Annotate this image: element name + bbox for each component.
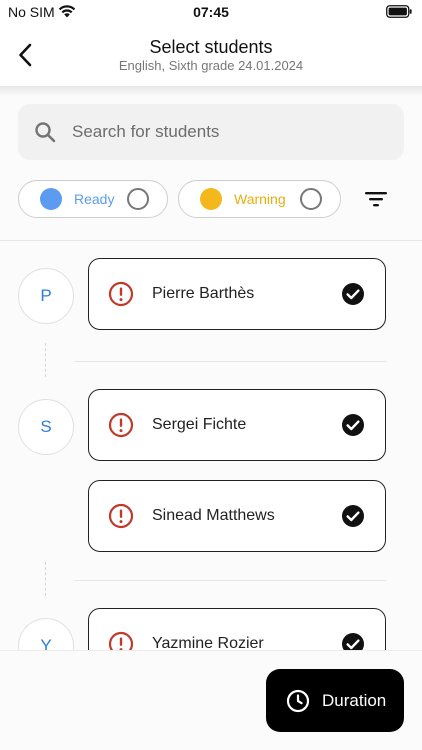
filter-lines-icon	[365, 192, 387, 207]
group-connector	[45, 343, 46, 377]
search-icon	[35, 122, 56, 143]
battery-icon	[386, 5, 412, 18]
ready-toggle[interactable]	[127, 188, 149, 210]
search-box[interactable]	[18, 104, 404, 160]
student-name: Pierre Barthès	[152, 285, 255, 302]
check-circle-icon[interactable]	[341, 504, 365, 528]
student-card[interactable]: Sinead Matthews	[88, 480, 386, 552]
student-name: Sergei Fichte	[152, 416, 247, 433]
header-shadow	[0, 86, 422, 96]
status-time: 07:45	[193, 4, 229, 20]
section-divider	[0, 240, 422, 241]
duration-button[interactable]: Duration	[266, 669, 404, 732]
warning-icon	[108, 281, 134, 307]
student-card[interactable]: Pierre Barthès	[88, 258, 386, 330]
student-name: Sinead Matthews	[152, 507, 275, 524]
check-circle-icon[interactable]	[341, 413, 365, 437]
check-circle-icon[interactable]	[341, 282, 365, 306]
ready-dot-icon	[40, 188, 62, 210]
group-divider	[74, 580, 386, 581]
warning-icon	[108, 412, 134, 438]
group-letter: P	[18, 268, 74, 324]
warning-dot-icon	[200, 188, 222, 210]
group-connector	[45, 562, 46, 596]
filter-ready-label: Ready	[74, 191, 115, 207]
filter-warning-label: Warning	[234, 191, 286, 207]
duration-label: Duration	[322, 690, 387, 710]
group-letter: S	[18, 399, 74, 455]
search-input[interactable]	[72, 122, 372, 142]
header: Select students English, Sixth grade 24.…	[0, 26, 422, 86]
clock-icon	[286, 689, 310, 712]
filter-chip-warning[interactable]: Warning	[178, 180, 341, 218]
filter-button[interactable]	[362, 187, 390, 211]
warning-icon	[108, 503, 134, 529]
screen: No SIM 07:45 Select students English, Si…	[0, 0, 422, 750]
student-card[interactable]: Sergei Fichte	[88, 389, 386, 461]
page-subtitle: English, Sixth grade 24.01.2024	[118, 58, 304, 73]
page-title: Select students	[149, 37, 273, 57]
group-divider	[74, 361, 386, 362]
filter-chip-ready[interactable]: Ready	[18, 180, 168, 218]
warning-toggle[interactable]	[300, 188, 322, 210]
status-bar: No SIM 07:45	[0, 0, 422, 26]
